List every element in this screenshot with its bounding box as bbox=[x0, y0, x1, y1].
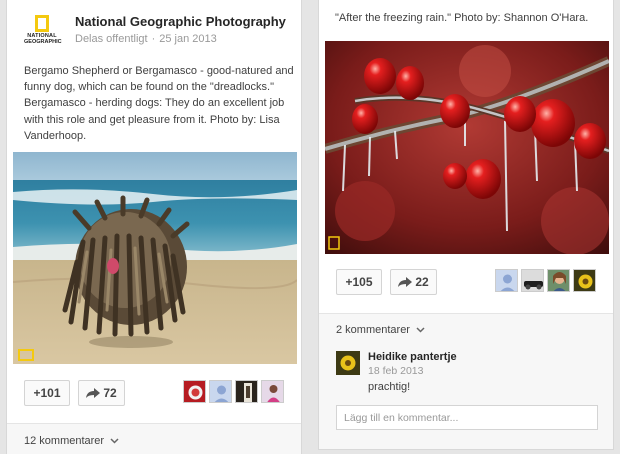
post-photo-dog[interactable] bbox=[13, 152, 297, 364]
avatar-dark-icon[interactable] bbox=[235, 380, 258, 403]
meta-separator: · bbox=[151, 33, 156, 45]
commenter-avatar[interactable] bbox=[336, 351, 360, 375]
avatar-pink-image bbox=[262, 381, 283, 402]
avatar-red-image bbox=[184, 381, 205, 402]
post-date[interactable]: 25 jan 2013 bbox=[159, 33, 217, 45]
plus-one-button[interactable]: +101 bbox=[24, 380, 70, 406]
comments-section: 2 kommentarer Heidike pantertje 18 feb 2… bbox=[319, 314, 613, 449]
comment-text: prachtig! bbox=[368, 381, 411, 393]
dog-photo-image bbox=[13, 152, 297, 364]
author-name[interactable]: National Geographic Photography bbox=[75, 14, 286, 29]
comments-toggle[interactable]: 12 kommentarer bbox=[24, 435, 119, 447]
share-button[interactable]: 72 bbox=[78, 380, 125, 406]
avatar-woman-image bbox=[548, 270, 569, 291]
post-header: NATIONAL GEOGRAPHIC National Geographic … bbox=[24, 14, 294, 48]
avatar-car-image bbox=[522, 270, 543, 291]
avatar-car-icon[interactable] bbox=[521, 269, 544, 292]
comments-toggle[interactable]: 2 kommentarer bbox=[336, 324, 425, 336]
avatar-flower-image bbox=[336, 351, 360, 375]
avatar-woman-icon[interactable] bbox=[547, 269, 570, 292]
comment-date[interactable]: 18 feb 2013 bbox=[368, 365, 423, 377]
natgeo-logo[interactable]: NATIONAL GEOGRAPHIC bbox=[24, 15, 62, 49]
comment-author[interactable]: Heidike pantertje bbox=[368, 351, 457, 363]
chevron-down-icon bbox=[110, 438, 119, 444]
post-actions: +101 72 bbox=[7, 380, 301, 408]
post-description: Bergamo Shepherd or Bergamasco - good-na… bbox=[24, 65, 294, 142]
post-card: "After the freezing rain." Photo by: Sha… bbox=[318, 0, 614, 450]
share-button[interactable]: 22 bbox=[390, 269, 437, 295]
share-count: 22 bbox=[415, 275, 429, 289]
post-photo-frozen-berries[interactable] bbox=[325, 41, 609, 254]
avatar-default-icon[interactable] bbox=[209, 380, 232, 403]
share-count: 72 bbox=[103, 386, 117, 400]
avatar-red-icon[interactable] bbox=[183, 380, 206, 403]
frozen-berries-photo-image bbox=[325, 41, 609, 254]
post-description: "After the freezing rain." Photo by: Sha… bbox=[335, 12, 589, 24]
share-arrow-icon bbox=[86, 388, 101, 398]
add-comment-input[interactable]: Lägg till en kommentar... bbox=[336, 405, 598, 430]
avatar-pink-icon[interactable] bbox=[261, 380, 284, 403]
post-actions: +105 22 bbox=[319, 269, 613, 297]
share-arrow-icon bbox=[398, 277, 413, 287]
comments-count-label: 2 kommentarer bbox=[336, 324, 410, 336]
plus-one-button[interactable]: +105 bbox=[336, 269, 382, 295]
comments-count-label: 12 kommentarer bbox=[24, 435, 105, 447]
chevron-down-icon bbox=[416, 327, 425, 333]
visibility-label[interactable]: Delas offentligt bbox=[75, 33, 148, 45]
commenter-avatars bbox=[495, 269, 596, 293]
avatar-default-image bbox=[496, 270, 517, 291]
logo-text-line2: GEOGRAPHIC bbox=[24, 39, 62, 45]
commenter-avatars bbox=[183, 380, 284, 404]
comment-item: Heidike pantertje 18 feb 2013 prachtig! bbox=[336, 351, 606, 395]
avatar-flower-image bbox=[574, 270, 595, 291]
post-card: NATIONAL GEOGRAPHIC National Geographic … bbox=[6, 0, 302, 454]
post-meta: Delas offentligt · 25 jan 2013 bbox=[75, 33, 217, 45]
comments-section: 12 kommentarer bbox=[7, 424, 301, 454]
avatar-flower-icon[interactable] bbox=[573, 269, 596, 292]
avatar-dark-image bbox=[236, 381, 257, 402]
avatar-default-image bbox=[210, 381, 231, 402]
avatar-default-icon[interactable] bbox=[495, 269, 518, 292]
natgeo-frame-icon bbox=[35, 15, 49, 32]
